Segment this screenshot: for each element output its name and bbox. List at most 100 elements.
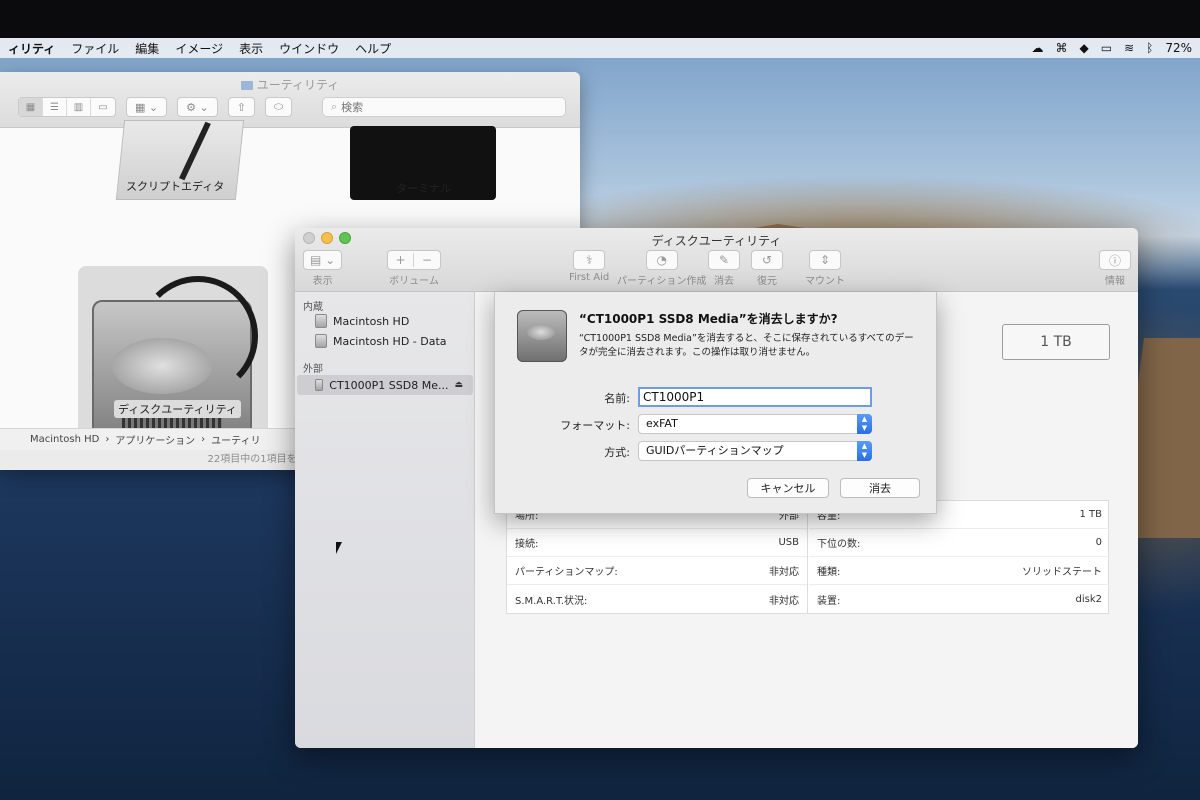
path-item-hd[interactable]: Macintosh HD [30, 434, 99, 445]
chevron-right-icon: › [201, 434, 206, 445]
du-window-title: ディスクユーティリティ [651, 234, 782, 248]
stethoscope-icon: ⚕ [573, 250, 606, 270]
mouse-cursor-icon [336, 542, 342, 554]
name-label: 名前: [604, 392, 630, 405]
updown-chevron-icon: ▲ ▼ [857, 441, 872, 461]
erase-button[interactable]: ✎ 消去 [708, 250, 740, 287]
format-row: フォーマット: exFAT ▲ ▼ [495, 414, 938, 434]
battery-percent[interactable]: 72% [1165, 41, 1192, 55]
menu-help[interactable]: ヘルプ [347, 40, 399, 57]
partition-button[interactable]: ◔ パーティション作成 [617, 250, 706, 287]
info-row-connection: 接続: USB [507, 529, 807, 557]
gallery-view-icon[interactable]: ▭ [91, 98, 115, 116]
minus-icon[interactable]: − [414, 253, 440, 267]
external-disk-icon [315, 379, 324, 391]
info-row-device: 装置: disk2 [817, 593, 1102, 607]
menubar-status-area: ☁ ⌘ ◆ ▭ ≋ ᛒ 72% [1031, 41, 1200, 55]
dropbox-icon[interactable]: ◆ [1079, 41, 1088, 55]
view-mode-segment: ▦ ☰ ▥ ▭ [18, 97, 116, 117]
eject-icon[interactable]: ⏏ [454, 380, 463, 390]
menu-app-name[interactable]: ィリティ [0, 40, 63, 57]
scheme-label: 方式: [604, 446, 630, 459]
volume-buttons: + − [387, 250, 441, 270]
menu-file[interactable]: ファイル [63, 40, 127, 57]
erase-dialog-description: “CT1000P1 SSD8 Media”を消去すると、そこに保存されているすべ… [579, 333, 914, 358]
restore-button[interactable]: ↺ 復元 [751, 250, 783, 287]
menu-view[interactable]: 表示 [231, 40, 271, 57]
format-label: フォーマット: [560, 419, 630, 432]
creative-cloud-icon[interactable]: ☁ [1031, 41, 1043, 55]
sidebar-toggle-icon[interactable]: ▤ ⌄ [303, 250, 343, 270]
pie-icon: ◔ [645, 250, 678, 270]
mount-button[interactable]: ⇕ マウント [805, 250, 845, 287]
erase-dialog: “CT1000P1 SSD8 Media”を消去しますか? “CT1000P1 … [494, 292, 937, 514]
updown-chevron-icon: ▲ ▼ [857, 414, 872, 434]
erase-dialog-title: “CT1000P1 SSD8 Media”を消去しますか? [579, 312, 838, 326]
plus-icon[interactable]: + [388, 253, 414, 267]
info-row-child-count: 下位の数: 0 [809, 529, 1110, 557]
tag-icon: ⬭ [273, 100, 284, 113]
mount-icon: ⇕ [809, 250, 841, 270]
menu-image[interactable]: イメージ [167, 40, 231, 57]
finder-title: ユーティリティ [0, 76, 580, 93]
name-row: 名前: [495, 387, 938, 407]
path-item-utilities[interactable]: ユーティリ [211, 432, 260, 447]
column-view-icon[interactable]: ▥ [67, 98, 91, 116]
volume-toolbar-item[interactable]: + − ボリューム [387, 250, 441, 287]
du-sidebar: 内蔵 Macintosh HD Macintosh HD - Data 外部 C… [295, 292, 475, 748]
scheme-select[interactable]: GUIDパーティションマップ ▲ ▼ [638, 441, 872, 461]
bluetooth-icon[interactable]: ᛒ [1146, 41, 1153, 55]
action-button[interactable]: ⚙ ⌄ [177, 97, 218, 117]
internal-disk-icon [315, 314, 327, 328]
view-label: 表示 [312, 276, 333, 287]
sidebar-item-ct1000p1[interactable]: CT1000P1 SSD8 Me... ⏏ [297, 375, 473, 395]
app-label-disk-utility[interactable]: ディスクユーティリティ [114, 400, 241, 418]
info-column-right: 容量: 1 TB 下位の数: 0 種類: ソリッドステート 装置: disk2 [809, 501, 1110, 613]
finder-titlebar[interactable]: ユーティリティ ▦ ☰ ▥ ▭ ▦ ⌄ ⚙ ⌄ ⇧ ⬭ ⌕ [0, 72, 580, 128]
erase-confirm-button[interactable]: 消去 [840, 478, 920, 498]
search-input[interactable] [341, 100, 542, 114]
info-row-smart: S.M.A.R.T.状況: 非対応 [515, 595, 799, 607]
erase-icon: ✎ [708, 250, 740, 270]
sidebar-item-macintosh-hd[interactable]: Macintosh HD [315, 311, 409, 331]
first-aid-button[interactable]: ⚕ First Aid [569, 250, 609, 283]
info-button[interactable]: ⓘ 情報 [1099, 250, 1131, 287]
share-button[interactable]: ⇧ [227, 97, 255, 117]
stethoscope-icon [138, 276, 258, 396]
menu-window[interactable]: ウインドウ [271, 40, 347, 57]
sidebar-item-macintosh-hd-data[interactable]: Macintosh HD - Data [315, 331, 447, 351]
disk-info-table: 場所: 外部 接続: USB パーティションマップ: 非対応 S.M.A.R.T.状況… [506, 500, 1110, 614]
info-row-partition-map: パーティションマップ: 非対応 [507, 557, 807, 585]
volume-name-input[interactable] [638, 387, 872, 407]
chevron-right-icon: › [105, 434, 110, 445]
info-icon: ⓘ [1099, 250, 1131, 270]
info-row-type: 種類: ソリッドステート [809, 557, 1110, 585]
icon-view-icon[interactable]: ▦ [19, 98, 43, 116]
app-label-terminal[interactable]: ターミナル [396, 180, 451, 196]
volume-label: ボリューム [389, 276, 439, 287]
scheme-row: 方式: GUIDパーティションマップ ▲ ▼ [495, 441, 938, 461]
search-icon: ⌕ [331, 100, 338, 113]
capacity-badge: 1 TB [1002, 324, 1110, 360]
group-button[interactable]: ▦ ⌄ [126, 97, 168, 117]
cancel-button[interactable]: キャンセル [747, 478, 829, 498]
folder-icon [240, 81, 253, 90]
command-icon[interactable]: ⌘ [1055, 41, 1067, 55]
restore-icon: ↺ [751, 250, 783, 270]
app-label-script-editor[interactable]: スクリプトエディタ [126, 178, 224, 194]
group-icon: ▦ ⌄ [135, 100, 159, 114]
gear-icon: ⚙ ⌄ [186, 100, 209, 114]
format-select[interactable]: exFAT ▲ ▼ [638, 414, 872, 434]
du-titlebar[interactable]: ディスクユーティリティ ▤ ⌄ 表示 + − ボリューム ⚕ First Aid … [295, 228, 1138, 292]
airplay-icon[interactable]: ▭ [1101, 41, 1112, 55]
disk-utility-app-icon[interactable] [78, 266, 268, 454]
menu-edit[interactable]: 編集 [127, 40, 167, 57]
menubar: ィリティ ファイル 編集 イメージ 表示 ウインドウ ヘルプ ☁ ⌘ ◆ ▭ ≋… [0, 38, 1200, 58]
finder-toolbar: ▦ ☰ ▥ ▭ ▦ ⌄ ⚙ ⌄ ⇧ ⬭ ⌕ [18, 96, 566, 118]
path-item-applications[interactable]: アプリケーション [115, 432, 195, 447]
view-toolbar-item[interactable]: ▤ ⌄ 表示 [303, 250, 343, 287]
list-view-icon[interactable]: ☰ [43, 98, 67, 116]
wifi-icon[interactable]: ≋ [1124, 41, 1134, 55]
tag-button[interactable]: ⬭ [264, 97, 293, 117]
finder-search[interactable]: ⌕ [322, 97, 566, 117]
